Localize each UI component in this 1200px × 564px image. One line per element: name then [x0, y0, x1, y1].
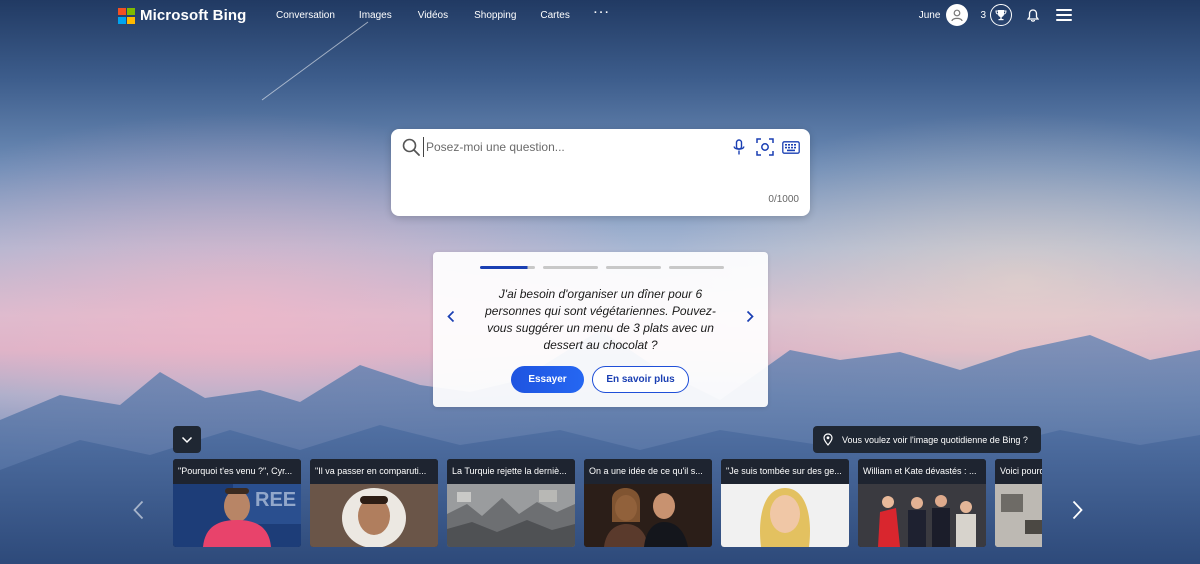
search-box: 0/1000	[391, 129, 810, 216]
news-title: William et Kate dévastés : ...	[858, 459, 986, 484]
news-thumbnail: REE	[173, 484, 301, 547]
trophy-icon	[995, 10, 1007, 21]
daily-image-label: Vous voulez voir l'image quotidienne de …	[842, 434, 1028, 445]
news-next-button[interactable]	[1069, 498, 1085, 522]
microsoft-logo-icon	[118, 7, 135, 24]
avatar[interactable]	[946, 4, 969, 26]
nav-videos[interactable]: Vidéos	[418, 10, 448, 22]
news-thumbnail	[310, 484, 438, 547]
user-name[interactable]: June	[919, 10, 941, 21]
carousel-step-1[interactable]	[480, 266, 535, 269]
notifications-button[interactable]	[1026, 7, 1040, 23]
chevron-down-icon	[181, 436, 193, 443]
svg-text:REE: REE	[255, 489, 296, 511]
news-thumbnail	[995, 484, 1042, 547]
carousel-step-3[interactable]	[606, 266, 661, 269]
news-thumbnail	[584, 484, 712, 547]
character-counter: 0/1000	[768, 194, 799, 205]
search-icon	[402, 138, 420, 156]
suggestion-text: J'ai besoin d'organiser un dîner pour 6 …	[485, 287, 716, 352]
hamburger-menu-icon[interactable]	[1056, 9, 1072, 21]
news-title: "Pourquoi t'es venu ?", Cyr...	[173, 459, 301, 484]
previous-suggestion-button[interactable]	[444, 308, 458, 324]
nav-shopping[interactable]: Shopping	[474, 10, 516, 22]
top-bar: Microsoft Bing Conversation Images Vidéo…	[0, 0, 1200, 32]
carousel-step-2[interactable]	[543, 266, 598, 269]
brand-name: Microsoft Bing	[140, 7, 247, 24]
keyboard-button[interactable]	[781, 137, 801, 157]
news-previous-button[interactable]	[130, 498, 146, 522]
news-card[interactable]: "Pourquoi t'es venu ?", Cyr... REE	[173, 459, 301, 547]
carousel-progress	[480, 266, 724, 269]
visual-search-icon	[756, 138, 774, 156]
chevron-right-icon	[746, 310, 754, 322]
location-pin-icon	[823, 433, 833, 446]
news-carousel: "Pourquoi t'es venu ?", Cyr... REE "Il v…	[173, 459, 1042, 547]
next-suggestion-button[interactable]	[743, 308, 757, 324]
news-thumbnail	[721, 484, 849, 547]
expand-feed-button[interactable]	[173, 426, 201, 453]
bell-icon	[1027, 8, 1039, 22]
news-card[interactable]: "Il va passer en comparuti...	[310, 459, 438, 547]
news-title: La Turquie rejette la derniè...	[447, 459, 575, 484]
voice-search-button[interactable]	[731, 137, 747, 157]
nav-images[interactable]: Images	[359, 10, 392, 22]
news-title: On a une idée de ce qu'il s...	[584, 459, 712, 484]
try-button[interactable]: Essayer	[511, 366, 584, 393]
bing-logo[interactable]: Microsoft Bing	[118, 7, 246, 24]
search-input[interactable]	[423, 137, 713, 157]
chevron-left-icon	[132, 500, 143, 520]
suggestion-card: J'ai besoin d'organiser un dîner pour 6 …	[433, 252, 768, 407]
main-nav: Conversation Images Vidéos Shopping Cart…	[276, 7, 611, 22]
nav-conversation[interactable]: Conversation	[276, 10, 335, 22]
news-card[interactable]: On a une idée de ce qu'il s...	[584, 459, 712, 547]
news-title: Voici pourq	[995, 459, 1042, 484]
chevron-left-icon	[447, 310, 455, 322]
nav-more-button[interactable]: ···	[594, 7, 611, 19]
learn-more-button[interactable]: En savoir plus	[592, 366, 689, 393]
person-icon	[951, 9, 964, 22]
rewards-points[interactable]: 3	[980, 10, 986, 21]
news-card[interactable]: Voici pourq	[995, 459, 1042, 547]
carousel-step-4[interactable]	[669, 266, 724, 269]
news-card[interactable]: La Turquie rejette la derniè...	[447, 459, 575, 547]
news-card[interactable]: "Je suis tombée sur des ge...	[721, 459, 849, 547]
keyboard-icon	[782, 140, 800, 154]
nav-maps[interactable]: Cartes	[540, 10, 569, 22]
news-card[interactable]: William et Kate dévastés : ...	[858, 459, 986, 547]
news-title: "Il va passer en comparuti...	[310, 459, 438, 484]
daily-image-button[interactable]: Vous voulez voir l'image quotidienne de …	[813, 426, 1041, 453]
news-thumbnail	[447, 484, 575, 547]
account-tools: June 3	[919, 4, 1072, 26]
visual-search-button[interactable]	[755, 137, 775, 157]
news-thumbnail	[858, 484, 986, 547]
rewards-button[interactable]	[990, 4, 1012, 26]
chevron-right-icon	[1072, 500, 1083, 520]
microphone-icon	[733, 138, 745, 154]
news-title: "Je suis tombée sur des ge...	[721, 459, 849, 484]
